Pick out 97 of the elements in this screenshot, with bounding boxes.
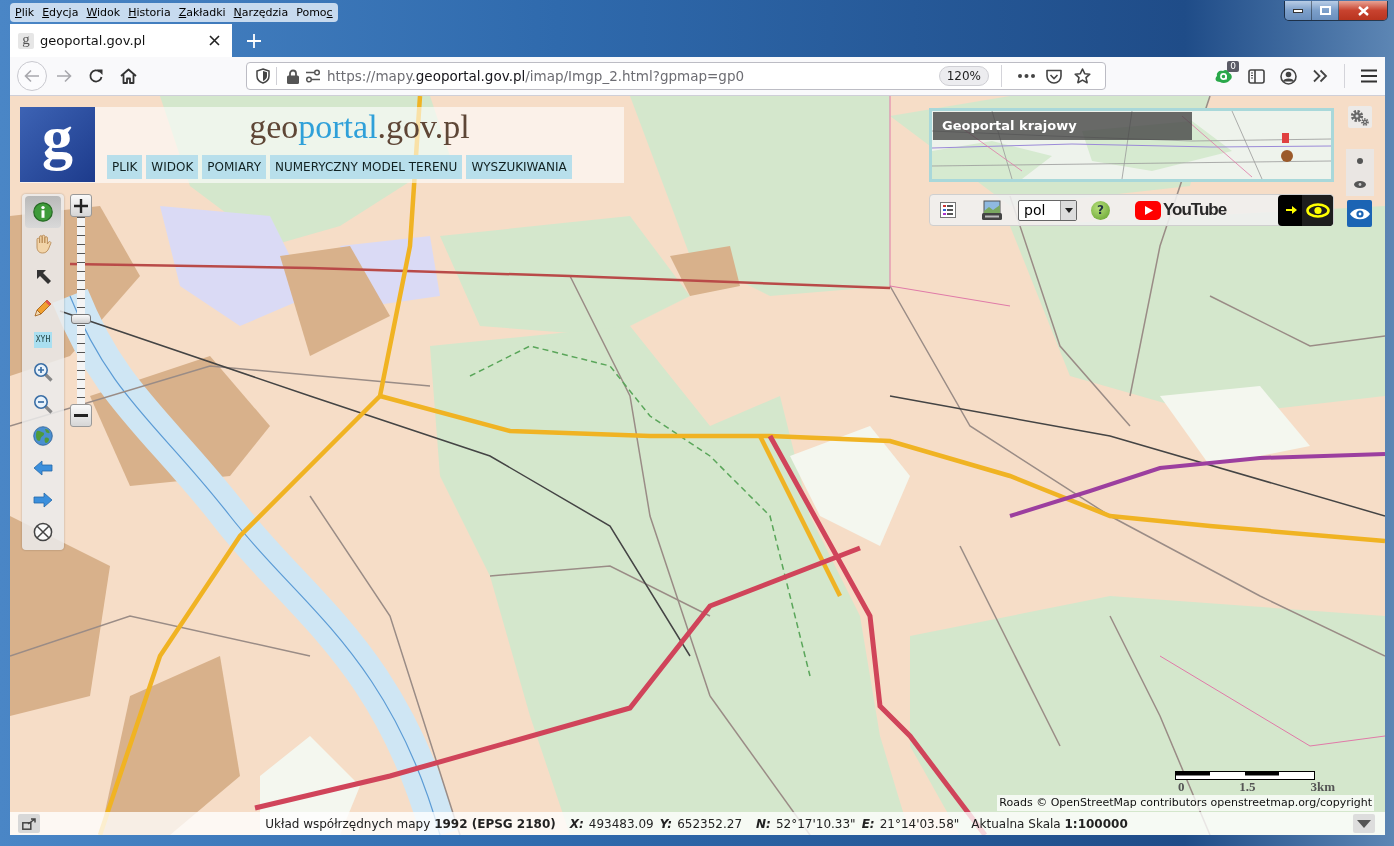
zoom-level-button[interactable]: 120% <box>938 66 989 86</box>
coordinate-system-text: Układ współrzędnych mapy 1992 (EPSG 2180) <box>265 816 556 831</box>
pocket-icon <box>1046 68 1062 84</box>
maximize-button[interactable] <box>1312 1 1339 20</box>
eye-icon[interactable] <box>1354 180 1366 188</box>
coordinate-label: X: <box>569 816 584 831</box>
menu-button[interactable]: POMIARY <box>202 155 266 179</box>
star-icon <box>1073 68 1091 84</box>
menu-item[interactable]: Zakładki <box>174 3 230 22</box>
menu-icon <box>1361 69 1377 83</box>
scale-text: Aktualna Skala 1:100000 <box>971 816 1128 831</box>
reload-icon <box>88 68 104 84</box>
zoom-in-icon <box>33 362 53 382</box>
help-button[interactable]: ? <box>1091 200 1110 220</box>
home-icon <box>119 68 137 84</box>
minus-icon <box>74 414 88 417</box>
overview-toggle-button[interactable] <box>18 814 40 833</box>
eye-icon <box>1305 202 1330 218</box>
info-icon <box>33 202 53 222</box>
chevrons-icon <box>1312 69 1328 83</box>
scale-label: 1.5 <box>1239 780 1256 794</box>
sliders-icon <box>305 69 321 83</box>
menu-item[interactable]: Historia <box>124 3 175 22</box>
menu-item[interactable]: Edycja <box>38 3 83 22</box>
account-icon <box>1279 67 1297 85</box>
scale-label: 3km <box>1310 780 1335 794</box>
browser-tab[interactable]: g geoportal.gov.pl <box>10 24 232 57</box>
lock-icon <box>287 68 299 84</box>
minimize-button[interactable] <box>1285 1 1312 20</box>
view-button[interactable] <box>1347 200 1372 227</box>
attribution-text: Roads © OpenStreetMap contributors openstreetmap.org/copyright <box>997 795 1374 811</box>
layer-button[interactable] <box>982 200 1002 220</box>
tab-favicon: g <box>18 32 34 49</box>
site-title: geoportal.gov.pl <box>249 107 470 147</box>
url-text: https://mapy.geoportal.gov.pl/imap/Imgp_2.html?gpmap=gp0 <box>327 68 745 84</box>
close-button[interactable] <box>1339 1 1387 20</box>
coordinate-value: 493483.09 <box>588 816 654 831</box>
globe-icon <box>33 426 53 446</box>
language-select[interactable]: pol <box>1018 199 1077 221</box>
extension-icon <box>1214 68 1234 84</box>
more-icon <box>1017 74 1035 78</box>
pencil-icon <box>34 299 52 317</box>
coordinate-value: 52°17'10.33" <box>775 816 856 831</box>
plus-icon <box>74 198 88 213</box>
maximize-icon <box>1319 6 1331 15</box>
arrow-right-icon <box>1286 205 1297 215</box>
menu-button[interactable]: PLIK <box>107 155 143 179</box>
sidebar-icon <box>1247 68 1265 84</box>
menu-button[interactable]: WYSZUKIWANIA <box>466 155 572 179</box>
collapse-button[interactable] <box>1353 814 1375 833</box>
plus-icon <box>247 33 261 48</box>
hand-icon <box>34 234 52 254</box>
arrow-left-icon <box>24 69 40 83</box>
crossed-circle-icon <box>33 522 53 542</box>
coordinate-label: E: <box>861 816 875 831</box>
coordinate-label: Y: <box>659 816 673 831</box>
menu-item[interactable]: Pomoc <box>292 3 337 22</box>
coordinate-value: 21°14'03.58" <box>879 816 960 831</box>
coordinate-label: N: <box>756 816 771 831</box>
arrow-right-icon <box>33 492 53 508</box>
extension-button[interactable]: 0 <box>1208 61 1240 91</box>
contrast-button[interactable] <box>1278 194 1333 226</box>
legend-icon <box>940 202 956 218</box>
menu-button[interactable]: WIDOK <box>146 155 199 179</box>
settings-icon <box>1350 108 1370 126</box>
layer-image-icon <box>982 200 1002 220</box>
dot-icon[interactable] <box>1357 157 1363 164</box>
coordinates-button[interactable]: XYH <box>25 324 61 356</box>
youtube-link[interactable]: YouTube <box>1135 200 1227 220</box>
menu-item[interactable]: Narzędzia <box>229 3 293 22</box>
scale-label: 0 <box>1178 780 1185 794</box>
resize-icon <box>22 817 36 830</box>
settings-button[interactable] <box>1348 106 1372 128</box>
address-bar[interactable]: https://mapy.geoportal.gov.pl/imap/Imgp_2.html?gpmap=gp0 120% <box>246 62 1106 90</box>
info-button[interactable] <box>25 196 61 228</box>
zoom-in-button[interactable] <box>70 194 92 217</box>
play-icon <box>1135 200 1161 220</box>
zoom-out-icon <box>33 394 53 414</box>
zoom-out-button[interactable] <box>70 404 92 427</box>
arrow-left-icon <box>33 460 53 476</box>
close-icon <box>1357 5 1369 16</box>
extension-badge: 0 <box>1227 61 1239 72</box>
caret-down-icon <box>1357 819 1371 828</box>
slider-thumb[interactable] <box>71 314 91 324</box>
pointer-arrow-icon <box>34 267 52 285</box>
close-icon <box>208 35 220 46</box>
arrow-right-icon <box>56 69 72 83</box>
minimize-icon <box>1293 8 1303 13</box>
menu-button[interactable]: NUMERYCZNY MODEL TERENU <box>270 155 463 179</box>
menu-item[interactable]: Plik <box>11 3 39 22</box>
coordinate-value: 652352.27 <box>677 816 743 831</box>
menu-item[interactable]: Widok <box>82 3 125 22</box>
eye-icon <box>1349 207 1370 220</box>
site-logo[interactable]: g <box>20 107 95 182</box>
overview-title: Geoportal krajowy <box>933 112 1192 140</box>
shield-icon <box>256 68 270 84</box>
legend-button[interactable] <box>940 202 956 218</box>
